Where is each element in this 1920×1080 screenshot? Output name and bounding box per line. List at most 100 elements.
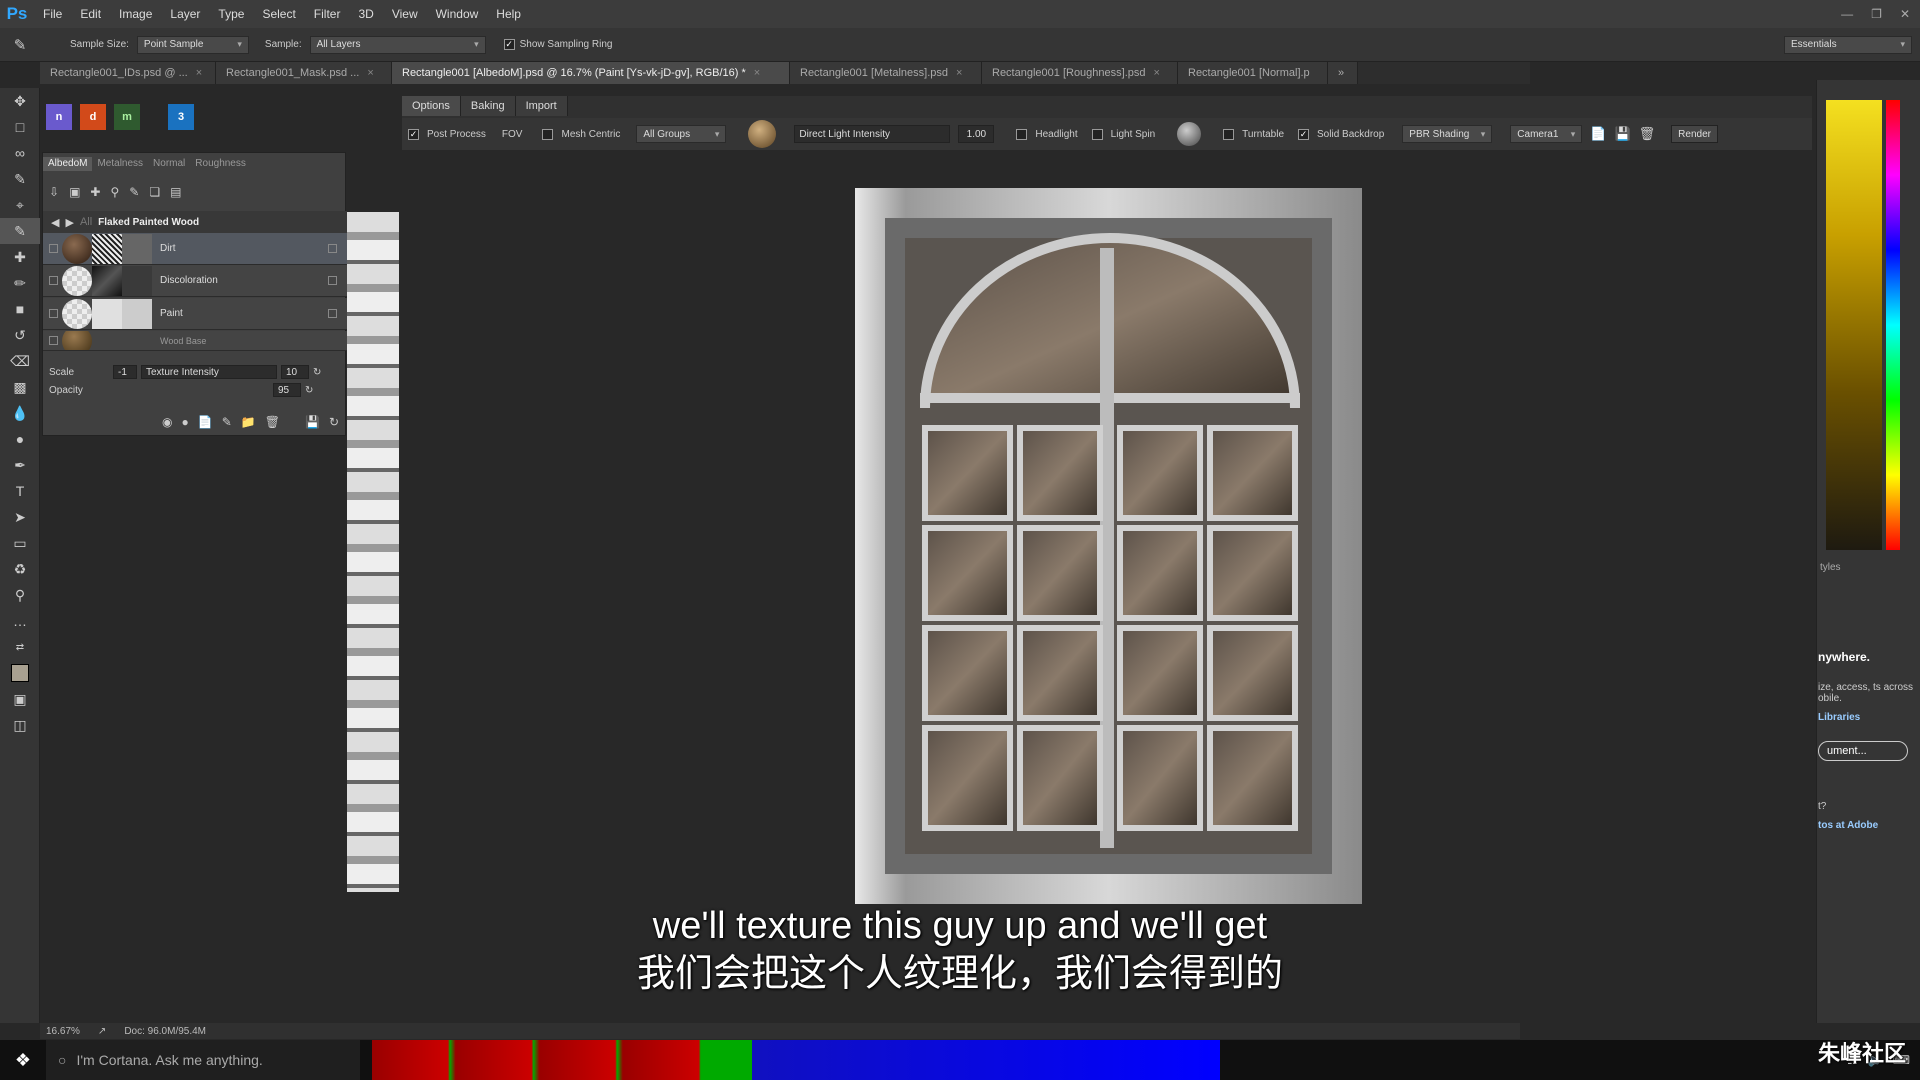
solid-backdrop-label[interactable]: Solid Backdrop bbox=[1317, 129, 1384, 140]
brush-icon[interactable]: ✎ bbox=[222, 415, 232, 429]
trash-icon[interactable]: 🗑 bbox=[265, 415, 280, 429]
layer-lock-box[interactable] bbox=[328, 309, 337, 318]
cortana-search[interactable]: ○ I'm Cortana. Ask me anything. bbox=[46, 1040, 360, 1080]
light-spin-label[interactable]: Light Spin bbox=[1111, 129, 1155, 140]
breadcrumb[interactable]: All bbox=[80, 216, 92, 228]
quick-mask-icon[interactable]: ▣ bbox=[0, 686, 40, 712]
healing-tool-icon[interactable]: ✚ bbox=[0, 244, 40, 270]
add-layer-icon[interactable]: ✚ bbox=[90, 185, 100, 199]
menu-select[interactable]: Select bbox=[253, 7, 304, 21]
mesh-centric-checkbox[interactable] bbox=[542, 128, 554, 140]
group-icon[interactable]: ▤ bbox=[170, 185, 181, 199]
direct-light-field[interactable]: Direct Light Intensity bbox=[794, 125, 951, 143]
brush-icon[interactable]: ✎ bbox=[129, 185, 139, 199]
camera-select[interactable]: Camera1 bbox=[1510, 125, 1583, 143]
menu-file[interactable]: File bbox=[34, 7, 71, 21]
marquee-tool-icon[interactable]: □ bbox=[0, 114, 40, 140]
reset-icon[interactable]: ↻ bbox=[313, 367, 321, 378]
crop-tool-icon[interactable]: ⌖ bbox=[0, 192, 40, 218]
post-process-label[interactable]: Post Process bbox=[427, 129, 486, 140]
page-icon[interactable]: 📄 bbox=[198, 415, 213, 429]
workspace-select[interactable]: Essentials bbox=[1784, 35, 1912, 54]
layer-visibility-checkbox[interactable] bbox=[49, 276, 58, 285]
sample-size-select[interactable]: Point Sample bbox=[136, 35, 249, 54]
ddo-icon[interactable]: d bbox=[80, 104, 106, 130]
folder-icon[interactable]: 📁 bbox=[241, 415, 256, 429]
menu-type[interactable]: Type bbox=[209, 7, 253, 21]
document-button[interactable]: ument... bbox=[1818, 741, 1908, 761]
menu-3d[interactable]: 3D bbox=[349, 7, 382, 21]
opacity-field[interactable]: 95 bbox=[273, 383, 301, 397]
layer-lock-box[interactable] bbox=[328, 276, 337, 285]
trash-icon[interactable]: 🗑 bbox=[1639, 126, 1656, 142]
close-tab-icon[interactable]: × bbox=[956, 67, 962, 79]
back-icon[interactable]: ◀ bbox=[51, 216, 59, 229]
stamp-tool-icon[interactable]: ■ bbox=[0, 296, 40, 322]
light-spin-checkbox[interactable] bbox=[1091, 128, 1103, 140]
doc-size[interactable]: Doc: 96.0M/95.4M bbox=[124, 1026, 206, 1037]
headlight-label[interactable]: Headlight bbox=[1035, 129, 1077, 140]
duplicate-icon[interactable]: ❏ bbox=[149, 185, 160, 199]
sample-select[interactable]: All Layers bbox=[309, 35, 486, 54]
tab-baking[interactable]: Baking bbox=[461, 96, 516, 116]
3do-icon[interactable]: 3 bbox=[168, 104, 194, 130]
menu-layer[interactable]: Layer bbox=[161, 7, 209, 21]
windows-start-icon[interactable]: ❖ bbox=[0, 1040, 46, 1080]
libraries-link[interactable]: Libraries bbox=[1818, 712, 1918, 723]
hue-slider[interactable] bbox=[1886, 100, 1900, 550]
turntable-label[interactable]: Turntable bbox=[1242, 129, 1284, 140]
sphere-icon[interactable]: ◉ bbox=[162, 415, 172, 429]
show-sampling-ring-checkbox[interactable]: ✓ bbox=[503, 39, 515, 50]
tab-roughness[interactable]: Rectangle001 [Roughness].psd × bbox=[982, 62, 1178, 84]
light-value-field[interactable]: 1.00 bbox=[958, 125, 995, 143]
tab-normal-channel[interactable]: Normal bbox=[148, 157, 190, 171]
menu-filter[interactable]: Filter bbox=[305, 7, 350, 21]
headlight-checkbox[interactable] bbox=[1016, 128, 1028, 140]
more-tools-icon[interactable]: … bbox=[0, 608, 40, 634]
forward-icon[interactable]: ▶ bbox=[65, 216, 73, 229]
adobe-link[interactable]: tos at Adobe bbox=[1818, 820, 1918, 831]
move-tool-icon[interactable]: ✥ bbox=[0, 88, 40, 114]
eraser-tool-icon[interactable]: ⌫ bbox=[0, 348, 40, 374]
material-sphere-icon[interactable] bbox=[1177, 122, 1202, 146]
more-tabs-icon[interactable]: » bbox=[1328, 62, 1358, 84]
material-layer[interactable]: Discoloration bbox=[43, 265, 347, 297]
path-select-icon[interactable]: ➤ bbox=[0, 504, 40, 530]
menu-edit[interactable]: Edit bbox=[71, 7, 110, 21]
lasso-tool-icon[interactable]: ∞ bbox=[0, 140, 40, 166]
circle-icon[interactable]: ● bbox=[182, 415, 189, 429]
groups-select[interactable]: All Groups bbox=[636, 125, 727, 143]
zoom-tool-icon[interactable]: ⚲ bbox=[0, 582, 40, 608]
eyedropper-tool-icon[interactable]: ✎ bbox=[0, 218, 40, 244]
quick-select-tool-icon[interactable]: ✎ bbox=[0, 166, 40, 192]
taskbar-preview[interactable] bbox=[752, 1040, 1272, 1080]
zoom-level[interactable]: 16.67% bbox=[46, 1026, 80, 1037]
save-icon[interactable]: 💾 bbox=[305, 415, 320, 429]
tab-normal[interactable]: Rectangle001 [Normal].p bbox=[1178, 62, 1328, 84]
layer-lock-box[interactable] bbox=[328, 244, 337, 253]
swap-colors-icon[interactable]: ⇄ bbox=[0, 634, 40, 660]
tab-options[interactable]: Options bbox=[402, 96, 461, 116]
tab-mask[interactable]: Rectangle001_Mask.psd ... × bbox=[216, 62, 392, 84]
minimize-icon[interactable]: — bbox=[1841, 7, 1853, 21]
tab-metalness-channel[interactable]: Metalness bbox=[92, 157, 148, 171]
history-brush-icon[interactable]: ↺ bbox=[0, 322, 40, 348]
search-icon[interactable]: ⚲ bbox=[110, 185, 119, 199]
screen-mode-icon[interactable]: ◫ bbox=[0, 712, 40, 738]
close-tab-icon[interactable]: × bbox=[1154, 67, 1160, 79]
material-layer[interactable]: Paint bbox=[43, 298, 347, 330]
solid-backdrop-checkbox[interactable]: ✓ bbox=[1298, 128, 1310, 140]
new-icon[interactable]: 📄 bbox=[1590, 126, 1606, 142]
material-layer[interactable]: Wood Base bbox=[43, 331, 347, 351]
import-icon[interactable]: ⇩ bbox=[49, 185, 59, 199]
texture-intensity-field[interactable]: 10 bbox=[281, 365, 309, 379]
menu-help[interactable]: Help bbox=[487, 7, 530, 21]
turntable-checkbox[interactable] bbox=[1223, 128, 1235, 140]
menu-window[interactable]: Window bbox=[427, 7, 488, 21]
close-tab-icon[interactable]: × bbox=[367, 67, 373, 79]
fov-label[interactable]: FOV bbox=[502, 129, 523, 140]
close-tab-icon[interactable]: × bbox=[196, 67, 202, 79]
export-icon[interactable]: ↗ bbox=[98, 1026, 106, 1037]
refresh-icon[interactable]: ↻ bbox=[329, 415, 339, 429]
save-icon[interactable]: 💾 bbox=[1614, 126, 1630, 142]
